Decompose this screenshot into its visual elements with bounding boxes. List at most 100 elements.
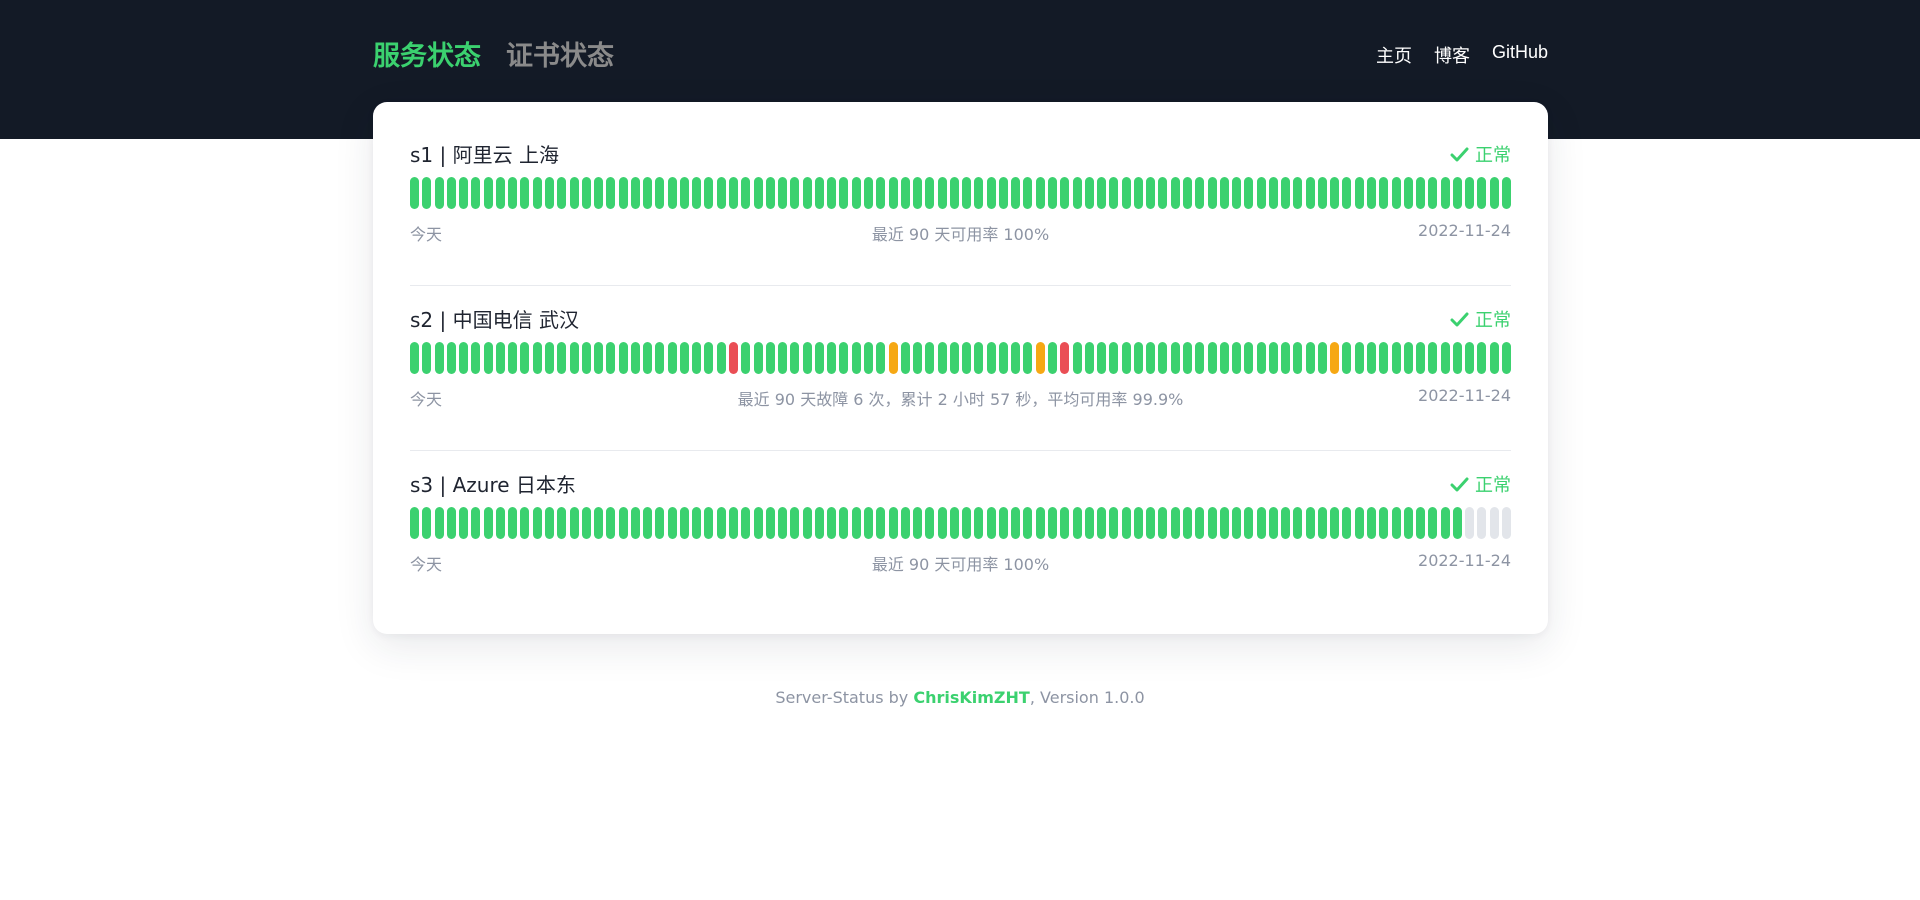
uptime-day-bar[interactable] [495, 177, 505, 209]
uptime-day-bar[interactable] [594, 177, 604, 209]
uptime-day-bar[interactable] [557, 177, 567, 209]
uptime-day-bar[interactable] [814, 177, 824, 209]
uptime-day-bar[interactable] [1502, 507, 1511, 539]
uptime-day-bar[interactable] [1281, 177, 1291, 209]
uptime-day-bar[interactable] [876, 342, 886, 374]
uptime-day-bar[interactable] [863, 342, 873, 374]
uptime-day-bar[interactable] [802, 507, 812, 539]
uptime-day-bar[interactable] [716, 342, 726, 374]
uptime-day-bar[interactable] [1146, 177, 1156, 209]
uptime-day-bar[interactable] [1182, 177, 1192, 209]
uptime-day-bar[interactable] [692, 342, 702, 374]
uptime-day-bar[interactable] [962, 177, 972, 209]
uptime-day-bar[interactable] [410, 177, 419, 209]
uptime-day-bar[interactable] [1268, 177, 1278, 209]
uptime-day-bar[interactable] [1035, 177, 1045, 209]
uptime-day-bar[interactable] [851, 177, 861, 209]
uptime-day-bar[interactable] [913, 342, 923, 374]
uptime-day-bar[interactable] [925, 342, 935, 374]
uptime-day-bar[interactable] [1097, 342, 1107, 374]
uptime-day-bar[interactable] [1354, 342, 1364, 374]
uptime-day-bar[interactable] [1170, 342, 1180, 374]
uptime-day-bar[interactable] [1477, 177, 1487, 209]
uptime-day-bar[interactable] [827, 342, 837, 374]
uptime-day-bar[interactable] [655, 507, 665, 539]
uptime-day-bar[interactable] [1195, 177, 1205, 209]
uptime-day-bar[interactable] [446, 177, 456, 209]
uptime-day-bar[interactable] [557, 342, 567, 374]
uptime-day-bar[interactable] [459, 507, 469, 539]
uptime-day-bar[interactable] [1428, 177, 1438, 209]
uptime-day-bar[interactable] [1330, 507, 1340, 539]
uptime-day-bar[interactable] [851, 507, 861, 539]
uptime-day-bar[interactable] [1281, 342, 1291, 374]
uptime-day-bar[interactable] [1465, 342, 1475, 374]
uptime-day-bar[interactable] [1305, 342, 1315, 374]
uptime-day-bar[interactable] [998, 177, 1008, 209]
uptime-day-bar[interactable] [606, 177, 616, 209]
uptime-day-bar[interactable] [667, 177, 677, 209]
uptime-day-bar[interactable] [1477, 342, 1487, 374]
uptime-day-bar[interactable] [1011, 342, 1021, 374]
uptime-day-bar[interactable] [1268, 342, 1278, 374]
uptime-day-bar[interactable] [962, 507, 972, 539]
uptime-day-bar[interactable] [1232, 507, 1242, 539]
uptime-day-bar[interactable] [1244, 342, 1254, 374]
uptime-day-bar[interactable] [1391, 342, 1401, 374]
uptime-day-bar[interactable] [1133, 177, 1143, 209]
uptime-day-bar[interactable] [1097, 507, 1107, 539]
uptime-day-bar[interactable] [704, 177, 714, 209]
uptime-day-bar[interactable] [569, 177, 579, 209]
uptime-day-bar[interactable] [1367, 342, 1377, 374]
uptime-day-bar[interactable] [900, 507, 910, 539]
uptime-day-bar[interactable] [1109, 342, 1119, 374]
uptime-day-bar[interactable] [1097, 177, 1107, 209]
uptime-day-bar[interactable] [1244, 507, 1254, 539]
uptime-day-bar[interactable] [422, 177, 432, 209]
uptime-day-bar[interactable] [790, 342, 800, 374]
uptime-day-bar[interactable] [913, 177, 923, 209]
nav-link-github[interactable]: GitHub [1492, 42, 1548, 68]
uptime-day-bar[interactable] [753, 507, 763, 539]
uptime-day-bar[interactable] [827, 507, 837, 539]
uptime-day-bar[interactable] [569, 507, 579, 539]
uptime-day-bar[interactable] [1489, 342, 1499, 374]
uptime-day-bar[interactable] [1477, 507, 1487, 539]
uptime-day-bar[interactable] [1121, 342, 1131, 374]
uptime-day-bar[interactable] [741, 507, 751, 539]
uptime-day-bar[interactable] [520, 342, 530, 374]
uptime-day-bar[interactable] [1072, 177, 1082, 209]
uptime-day-bar[interactable] [471, 177, 481, 209]
uptime-day-bar[interactable] [949, 342, 959, 374]
uptime-day-bar[interactable] [1465, 507, 1475, 539]
uptime-day-bar[interactable] [1379, 177, 1389, 209]
uptime-day-bar[interactable] [1403, 342, 1413, 374]
uptime-day-bar[interactable] [679, 177, 689, 209]
uptime-day-bar[interactable] [581, 342, 591, 374]
uptime-day-bar[interactable] [692, 507, 702, 539]
uptime-day-bar[interactable] [1146, 342, 1156, 374]
uptime-day-bar[interactable] [544, 177, 554, 209]
uptime-day-bar[interactable] [888, 507, 898, 539]
uptime-day-bar[interactable] [1084, 507, 1094, 539]
uptime-day-bar[interactable] [1011, 507, 1021, 539]
uptime-day-bar[interactable] [974, 177, 984, 209]
uptime-day-bar[interactable] [679, 342, 689, 374]
uptime-day-bar[interactable] [986, 342, 996, 374]
uptime-day-bar[interactable] [1011, 177, 1021, 209]
uptime-day-bar[interactable] [495, 342, 505, 374]
uptime-day-bar[interactable] [520, 507, 530, 539]
uptime-day-bar[interactable] [1023, 507, 1033, 539]
uptime-day-bar[interactable] [765, 177, 775, 209]
uptime-day-bar[interactable] [1440, 507, 1450, 539]
uptime-day-bar[interactable] [446, 342, 456, 374]
uptime-day-bar[interactable] [1391, 177, 1401, 209]
uptime-day-bar[interactable] [1452, 177, 1462, 209]
uptime-day-bar[interactable] [1109, 507, 1119, 539]
uptime-day-bar[interactable] [1023, 177, 1033, 209]
uptime-day-bar[interactable] [962, 342, 972, 374]
uptime-day-bar[interactable] [1367, 507, 1377, 539]
uptime-day-bar[interactable] [1060, 177, 1070, 209]
uptime-day-bar[interactable] [1048, 507, 1058, 539]
uptime-day-bar[interactable] [1391, 507, 1401, 539]
